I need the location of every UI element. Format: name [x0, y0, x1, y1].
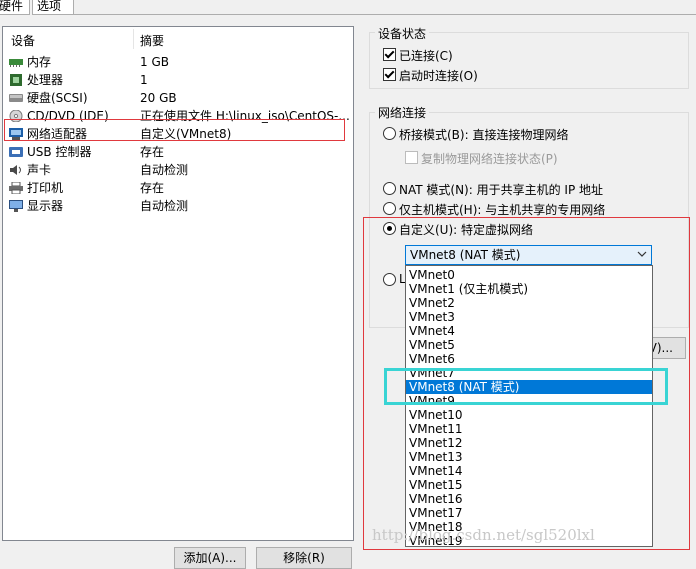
device-summary: 存在 — [140, 181, 165, 195]
usb-icon — [9, 147, 23, 157]
option-vmnet15[interactable]: VMnet15 — [406, 478, 652, 492]
custom-network-value: VMnet8 (NAT 模式) — [410, 248, 521, 262]
selected-device-highlight — [4, 119, 345, 141]
device-name: USB 控制器 — [27, 145, 92, 159]
tab-options-label: 选项 — [37, 0, 62, 13]
device-list[interactable]: 设备 摘要 内存 1 GB 处理器 1 硬盘(SCSI) 20 GB CD/DV… — [2, 26, 354, 541]
custom-radio[interactable] — [383, 222, 396, 235]
connect-at-power-on-checkbox[interactable] — [383, 68, 396, 81]
option-vmnet13[interactable]: VMnet13 — [406, 450, 652, 464]
bridged-radio[interactable] — [383, 127, 396, 140]
device-row-printer[interactable]: 打印机 存在 — [3, 179, 353, 197]
option-vmnet3[interactable]: VMnet3 — [406, 310, 652, 324]
connected-label[interactable]: 已连接(C) — [399, 47, 453, 64]
device-row-memory[interactable]: 内存 1 GB — [3, 53, 353, 71]
device-name: 处理器 — [27, 73, 64, 87]
option-vmnet1[interactable]: VMnet1 (仅主机模式) — [406, 282, 652, 296]
device-row-sound-card[interactable]: 声卡 自动检测 — [3, 161, 353, 179]
option-vmnet10[interactable]: VMnet10 — [406, 408, 652, 422]
chevron-down-icon — [637, 251, 647, 257]
display-icon — [9, 200, 23, 212]
tab-bar-line — [70, 14, 696, 15]
tab-hardware[interactable]: 硬件 — [0, 0, 30, 15]
device-row-harddisk[interactable]: 硬盘(SCSI) 20 GB — [3, 89, 353, 107]
device-name: 硬盘(SCSI) — [27, 91, 88, 105]
device-name: 声卡 — [27, 163, 52, 177]
option-vmnet4[interactable]: VMnet4 — [406, 324, 652, 338]
connect-at-power-on-label[interactable]: 启动时连接(O) — [399, 67, 478, 84]
device-summary: 存在 — [140, 145, 165, 159]
printer-icon — [9, 182, 23, 194]
watermark: http://blog.csdn.net/sgl520lxl — [372, 526, 595, 544]
option-vmnet9[interactable]: VMnet9 — [406, 394, 652, 408]
summary-column-header[interactable]: 摘要 — [140, 32, 164, 50]
processor-icon — [10, 74, 22, 86]
lan-segment-radio[interactable] — [383, 273, 396, 286]
device-summary: 1 — [140, 73, 148, 87]
connected-checkbox[interactable] — [383, 48, 396, 61]
option-vmnet7[interactable]: VMnet7 — [406, 366, 652, 380]
option-vmnet0[interactable]: VMnet0 — [406, 268, 652, 282]
harddisk-icon — [9, 94, 23, 102]
option-vmnet14[interactable]: VMnet14 — [406, 464, 652, 478]
option-vmnet16[interactable]: VMnet16 — [406, 492, 652, 506]
host-only-radio[interactable] — [383, 202, 396, 215]
add-button[interactable]: 添加(A)... — [174, 547, 246, 569]
remove-button[interactable]: 移除(R) — [256, 547, 352, 569]
memory-icon — [9, 59, 23, 67]
option-vmnet5[interactable]: VMnet5 — [406, 338, 652, 352]
network-dropdown-list[interactable]: VMnet0 VMnet1 (仅主机模式) VMnet2 VMnet3 VMne… — [405, 265, 653, 547]
device-name: 打印机 — [27, 181, 64, 195]
sound-card-icon — [10, 165, 21, 175]
device-summary: 20 GB — [140, 91, 177, 105]
device-name: 显示器 — [27, 199, 64, 213]
column-separator — [133, 29, 134, 49]
replicate-state-checkbox[interactable] — [405, 151, 418, 164]
option-vmnet6[interactable]: VMnet6 — [406, 352, 652, 366]
option-vmnet17[interactable]: VMnet17 — [406, 506, 652, 520]
network-connection-title: 网络连接 — [375, 104, 430, 121]
option-vmnet2[interactable]: VMnet2 — [406, 296, 652, 310]
option-vmnet11[interactable]: VMnet11 — [406, 422, 652, 436]
option-vmnet8[interactable]: VMnet8 (NAT 模式) — [406, 380, 652, 394]
nat-radio[interactable] — [383, 182, 396, 195]
tab-hardware-label: 硬件 — [0, 0, 24, 13]
device-summary: 自动检测 — [140, 163, 189, 177]
device-summary: 1 GB — [140, 55, 169, 69]
device-row-display[interactable]: 显示器 自动检测 — [3, 197, 353, 215]
device-status-title: 设备状态 — [375, 25, 430, 42]
device-column-header[interactable]: 设备 — [11, 32, 35, 50]
device-row-processor[interactable]: 处理器 1 — [3, 71, 353, 89]
option-vmnet12[interactable]: VMnet12 — [406, 436, 652, 450]
custom-network-select[interactable]: VMnet8 (NAT 模式) — [405, 245, 652, 265]
device-row-usb[interactable]: USB 控制器 存在 — [3, 143, 353, 161]
custom-label[interactable]: 自定义(U): 特定虚拟网络 — [399, 221, 533, 238]
nat-label[interactable]: NAT 模式(N): 用于共享主机的 IP 地址 — [399, 181, 603, 198]
tab-options[interactable]: 选项 — [32, 0, 74, 15]
host-only-label[interactable]: 仅主机模式(H): 与主机共享的专用网络 — [399, 201, 605, 218]
replicate-state-label[interactable]: 复制物理网络连接状态(P) — [421, 150, 558, 167]
device-name: 内存 — [27, 55, 52, 69]
bridged-label[interactable]: 桥接模式(B): 直接连接物理网络 — [399, 126, 568, 143]
device-summary: 自动检测 — [140, 199, 189, 213]
